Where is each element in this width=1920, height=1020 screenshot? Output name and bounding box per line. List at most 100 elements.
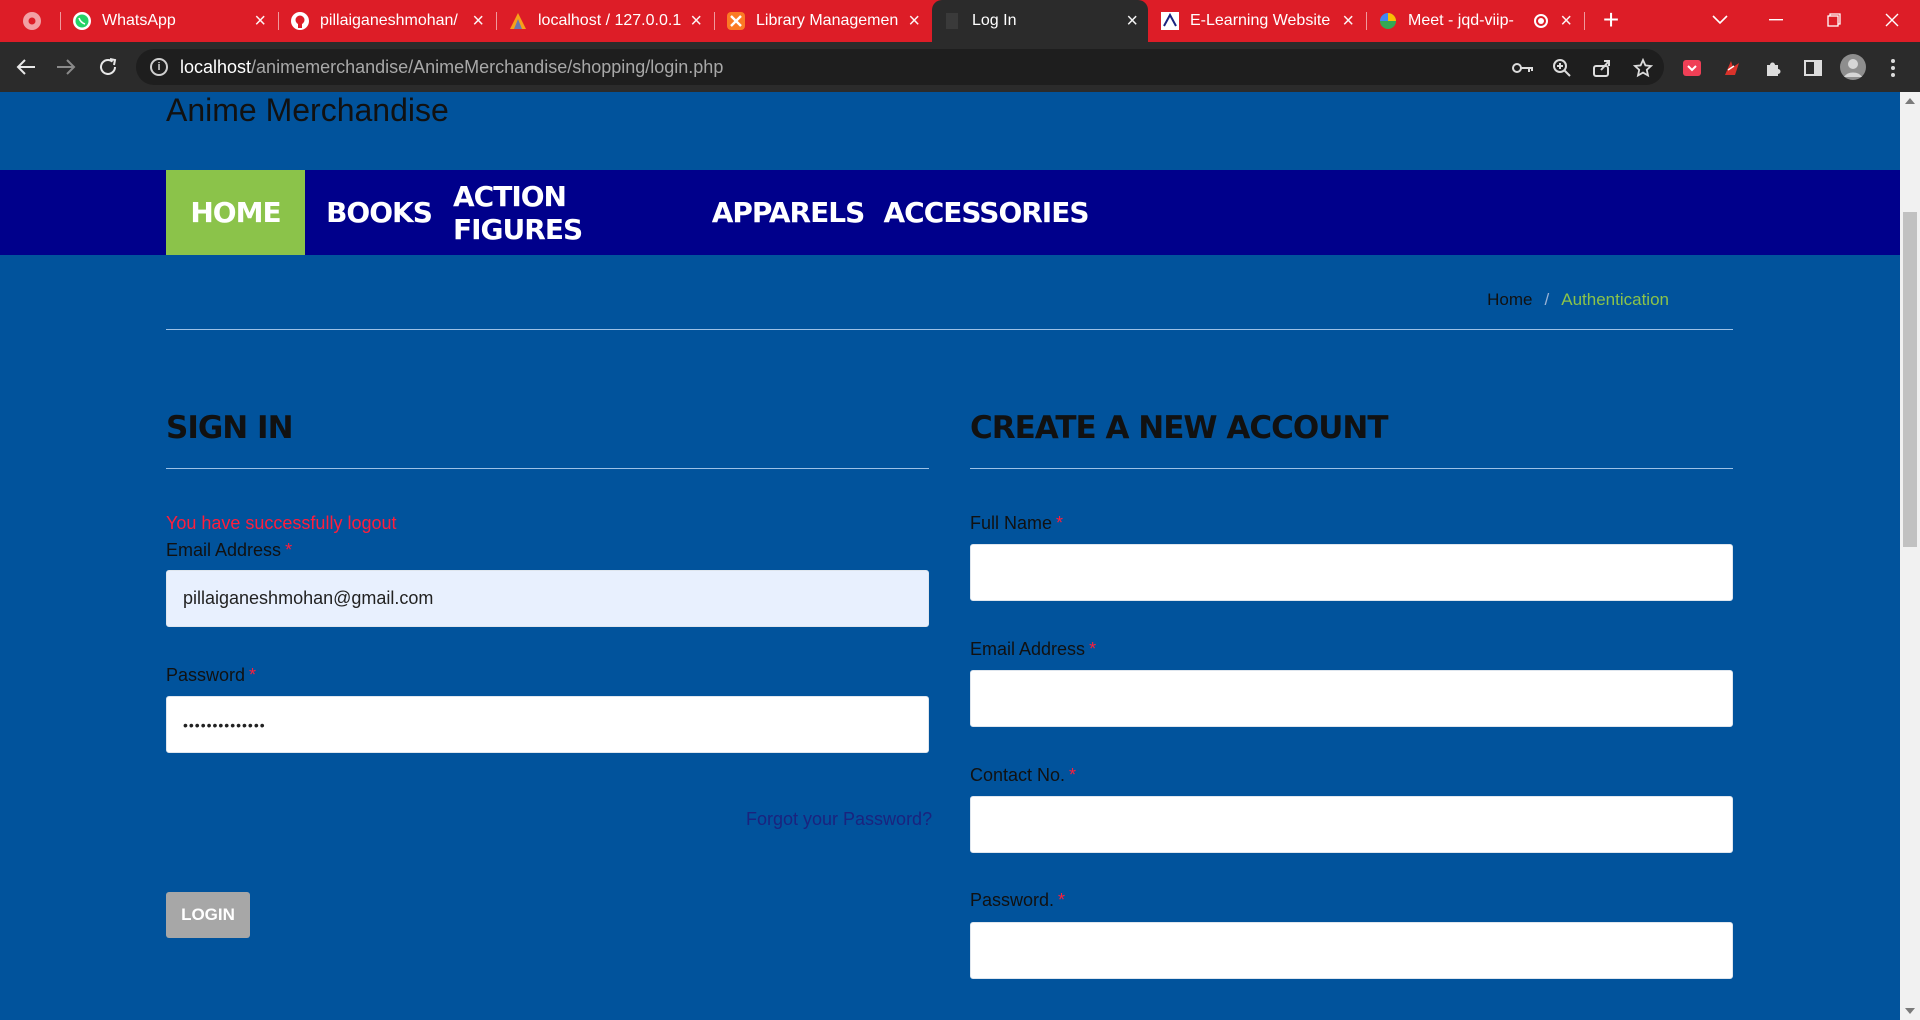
nav-action-figures[interactable]: ACTION FIGURES xyxy=(453,170,699,255)
tab-search-button[interactable] xyxy=(1692,0,1748,40)
close-icon xyxy=(1885,13,1899,27)
register-password-input[interactable] xyxy=(970,922,1733,979)
register-email-input[interactable] xyxy=(970,670,1733,727)
tab-label: Library Managemen xyxy=(756,12,899,29)
browser-toolbar: i localhost/animemerchandise/AnimeMercha… xyxy=(0,42,1920,92)
forward-button[interactable] xyxy=(50,51,82,83)
tab-phpmyadmin[interactable]: localhost / 127.0.0.1 × xyxy=(498,0,712,42)
nav-apparels[interactable]: APPARELS xyxy=(699,170,877,255)
tab-label: localhost / 127.0.0.1 xyxy=(538,12,682,29)
signin-title: SIGN IN xyxy=(166,410,294,446)
register-password-label-text: Password. xyxy=(970,890,1055,910)
arrow-right-icon xyxy=(57,59,76,75)
register-contact-label: Contact No. * xyxy=(970,765,1076,786)
minimize-button[interactable] xyxy=(1748,0,1804,40)
scroll-up-arrow-icon[interactable] xyxy=(1905,98,1915,104)
chevron-down-icon xyxy=(1712,15,1728,25)
tab-whatsapp[interactable]: WhatsApp × xyxy=(62,0,276,42)
forgot-password-link[interactable]: Forgot your Password? xyxy=(746,809,932,830)
tab-github[interactable]: pillaiganeshmohan/ × xyxy=(280,0,494,42)
extension-red-icon[interactable] xyxy=(1719,55,1745,81)
minimize-icon xyxy=(1769,19,1783,21)
tab-label: Log In xyxy=(972,12,1017,29)
page-scrollbar[interactable] xyxy=(1900,92,1920,1020)
xampp-icon xyxy=(726,11,746,31)
close-window-button[interactable] xyxy=(1864,0,1920,40)
required-mark: * xyxy=(1056,513,1064,533)
profile-avatar-icon[interactable] xyxy=(1838,52,1868,82)
signin-divider xyxy=(166,468,929,469)
logout-message: You have successfully logout xyxy=(166,513,397,533)
tab-label: E-Learning Website xyxy=(1190,12,1331,29)
breadcrumb-home[interactable]: Home xyxy=(1487,290,1532,310)
scroll-down-arrow-icon[interactable] xyxy=(1905,1008,1915,1014)
register-contact-input[interactable] xyxy=(970,796,1733,853)
close-icon[interactable]: × xyxy=(690,11,702,31)
register-fullname-input[interactable] xyxy=(970,544,1733,601)
key-icon[interactable] xyxy=(1510,55,1536,81)
tab-library[interactable]: Library Managemen × xyxy=(716,0,930,42)
nav-accessories[interactable]: ACCESSORIES xyxy=(877,170,1095,255)
register-title: CREATE A NEW ACCOUNT xyxy=(970,410,1388,446)
signin-email-input[interactable] xyxy=(166,570,929,627)
menu-dots-icon[interactable] xyxy=(1880,55,1906,81)
signin-password-value: •••••••••••••• xyxy=(183,716,266,733)
new-tab-button[interactable]: + xyxy=(1584,0,1638,40)
close-icon[interactable]: × xyxy=(1342,11,1354,31)
signin-password-input[interactable]: •••••••••••••• xyxy=(166,696,929,753)
meet-icon xyxy=(1378,11,1398,31)
register-divider xyxy=(970,468,1733,469)
elearning-icon xyxy=(1160,11,1180,31)
side-panel-icon[interactable] xyxy=(1800,55,1826,81)
tab-label: pillaiganeshmohan/ xyxy=(320,12,458,29)
required-mark: * xyxy=(1089,639,1097,659)
breadcrumb: Home / Authentication xyxy=(1487,290,1669,310)
nav-books[interactable]: BOOKS xyxy=(305,170,453,255)
register-email-label-text: Email Address xyxy=(970,639,1086,659)
close-icon[interactable]: × xyxy=(254,11,266,31)
zoom-icon[interactable] xyxy=(1549,55,1575,81)
breadcrumb-divider xyxy=(166,329,1733,330)
tab-chrome[interactable] xyxy=(14,0,60,42)
breadcrumb-separator: / xyxy=(1544,290,1550,309)
close-icon[interactable]: × xyxy=(908,11,920,31)
close-icon[interactable]: × xyxy=(1560,11,1572,31)
tab-label: Meet - jqd-viip- xyxy=(1408,12,1514,29)
url-path: /animemerchandise/AnimeMerchandise/shopp… xyxy=(251,56,724,77)
star-icon[interactable] xyxy=(1630,55,1656,81)
address-bar[interactable]: i localhost/animemerchandise/AnimeMercha… xyxy=(136,49,1664,85)
register-password-label: Password. * xyxy=(970,890,1065,911)
info-icon[interactable]: i xyxy=(150,58,168,76)
site-brand[interactable]: Anime Merchandise xyxy=(166,92,449,129)
url-host: localhost xyxy=(180,56,252,77)
restore-button[interactable] xyxy=(1806,0,1862,40)
back-button[interactable] xyxy=(10,51,42,83)
arrow-left-icon xyxy=(16,59,35,75)
web-page: Anime Merchandise HOME BOOKS ACTION FIGU… xyxy=(0,92,1900,1020)
required-mark: * xyxy=(285,540,293,560)
share-icon[interactable] xyxy=(1589,55,1615,81)
nav-home[interactable]: HOME xyxy=(166,170,305,255)
tab-login[interactable]: Log In × xyxy=(932,0,1148,42)
close-icon[interactable]: × xyxy=(1126,11,1138,31)
puzzle-icon[interactable] xyxy=(1760,55,1786,81)
signin-password-label: Password * xyxy=(166,665,256,686)
tab-elearning[interactable]: E-Learning Website × xyxy=(1150,0,1364,42)
tab-label: WhatsApp xyxy=(102,12,176,29)
recording-icon xyxy=(1534,14,1549,28)
login-button[interactable]: LOGIN xyxy=(166,892,250,938)
register-contact-label-text: Contact No. xyxy=(970,765,1066,785)
tab-meet[interactable]: Meet - jqd-viip- × xyxy=(1368,0,1582,42)
register-email-label: Email Address * xyxy=(970,639,1096,660)
scrollbar-thumb[interactable] xyxy=(1903,212,1917,547)
reload-button[interactable] xyxy=(92,51,124,83)
page-icon xyxy=(942,11,962,31)
signin-password-label-text: Password xyxy=(166,665,246,685)
close-icon[interactable]: × xyxy=(472,11,484,31)
restore-icon xyxy=(1827,13,1841,27)
required-mark: * xyxy=(1069,765,1077,785)
pocket-extension-icon[interactable] xyxy=(1679,55,1705,81)
required-mark: * xyxy=(249,665,257,685)
signin-email-label: Email Address * xyxy=(166,540,292,561)
breadcrumb-current: Authentication xyxy=(1561,290,1669,309)
